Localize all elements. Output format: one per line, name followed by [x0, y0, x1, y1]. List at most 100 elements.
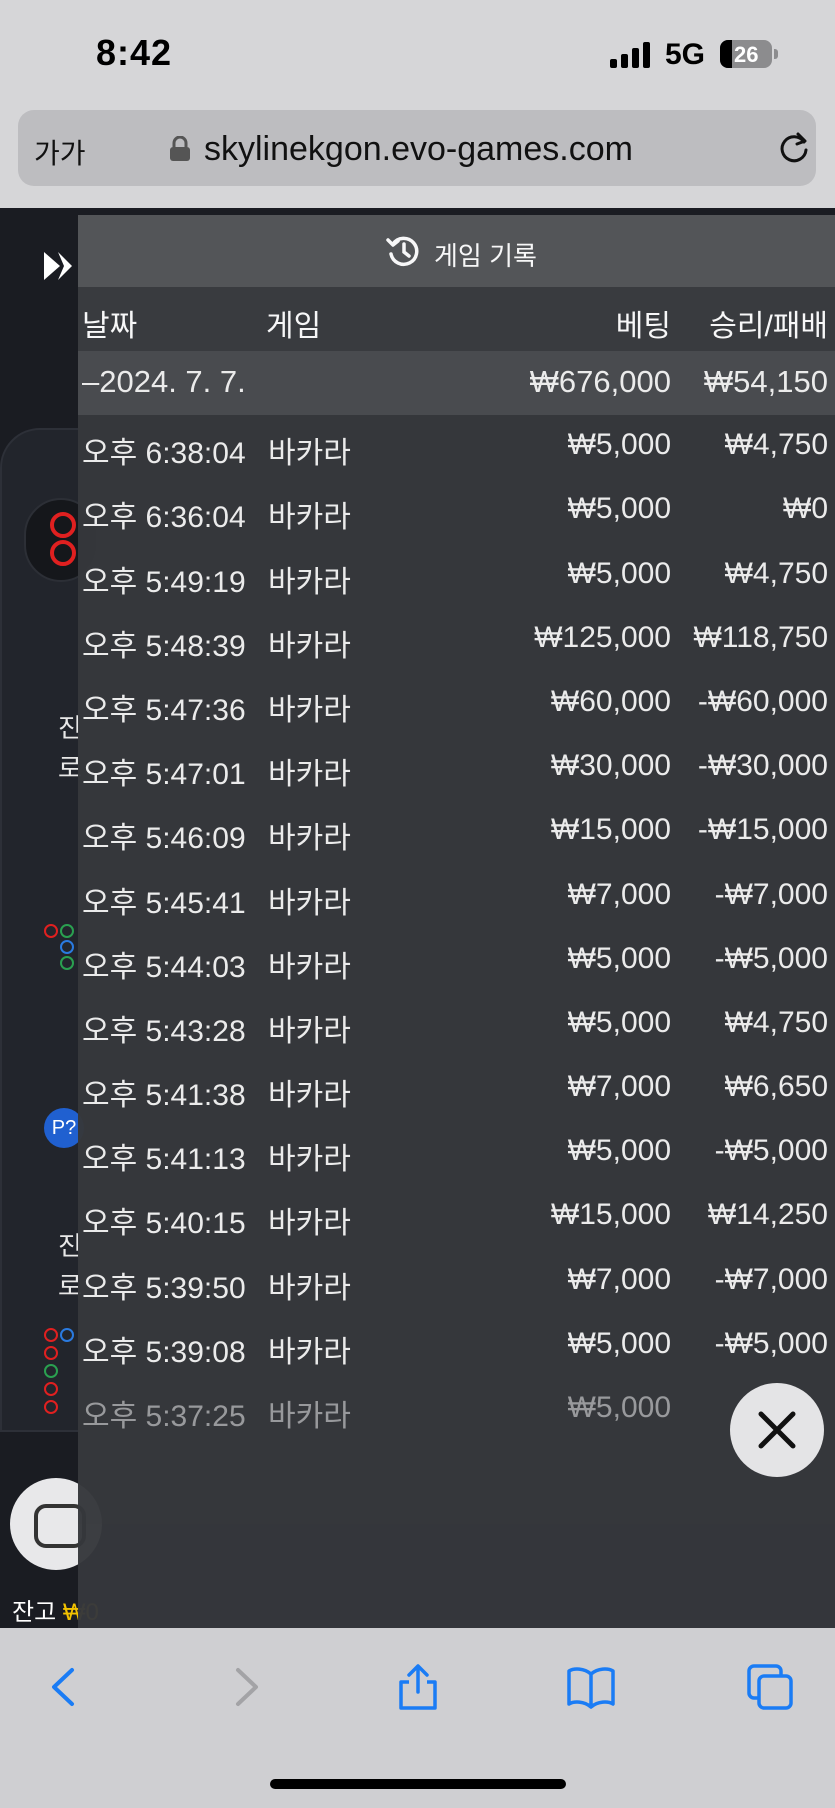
result-cell: -₩30,000	[697, 749, 828, 783]
history-row[interactable]: 오후 5:41:38 바카라 ₩7,000 ₩6,650	[78, 1057, 835, 1121]
home-indicator	[270, 1779, 566, 1789]
network-type: 5G	[665, 38, 706, 71]
history-table[interactable]: –2024. 7. 7. ₩676,000 ₩54,150 오후 6:38:04…	[78, 351, 835, 1641]
date-cell: –2024. 7. 7.	[82, 364, 246, 399]
time-cell: 오후 5:39:08	[82, 1335, 246, 1369]
result-cell: ₩4,750	[724, 1005, 828, 1039]
signal-icon	[610, 42, 652, 68]
time-cell: 오후 5:41:13	[82, 1143, 246, 1177]
bet-cell: ₩5,000	[567, 492, 671, 526]
game-cell: 바카라	[268, 950, 351, 984]
game-cell: 바카라	[268, 437, 351, 471]
date-group-row[interactable]: –2024. 7. 7. ₩676,000 ₩54,150	[78, 351, 835, 416]
panel-title: 게임 기록	[434, 241, 537, 271]
history-row[interactable]: 오후 5:43:28 바카라 ₩5,000 ₩4,750	[78, 993, 835, 1057]
result-cell: ₩14,250	[707, 1198, 828, 1232]
history-row[interactable]: 오후 5:40:15 바카라 ₩15,000 ₩14,250	[78, 1185, 835, 1249]
history-row[interactable]: 오후 6:36:04 바카라 ₩5,000 ₩0	[78, 479, 835, 543]
address-bar[interactable]: 가가 skylinekgon.evo-games.com	[18, 110, 816, 186]
close-button[interactable]	[730, 1383, 824, 1477]
bet-cell: ₩125,000	[534, 620, 671, 654]
forward-icon[interactable]	[220, 1662, 270, 1712]
result-cell: -₩5,000	[714, 1326, 828, 1360]
result-cell: ₩0	[783, 492, 828, 526]
time-cell: 오후 5:44:03	[82, 950, 246, 984]
history-row[interactable]: 오후 5:41:13 바카라 ₩5,000 -₩5,000	[78, 1121, 835, 1185]
time-cell: 오후 5:48:39	[82, 629, 246, 663]
bet-cell: ₩15,000	[550, 813, 671, 847]
history-row[interactable]: 오후 5:39:08 바카라 ₩5,000 -₩5,000	[78, 1314, 835, 1378]
tabs-icon[interactable]	[745, 1662, 795, 1712]
bet-cell: ₩5,000	[567, 428, 671, 462]
bet-cell: ₩30,000	[550, 749, 671, 783]
bet-cell: ₩5,000	[567, 1391, 671, 1424]
history-row[interactable]: 오후 5:47:01 바카라 ₩30,000 -₩30,000	[78, 736, 835, 800]
time-cell: 오후 5:39:50	[82, 1271, 246, 1305]
time-cell: 오후 5:45:41	[82, 886, 246, 920]
time-cell: 오후 5:40:15	[82, 1207, 246, 1241]
battery-icon: 26	[720, 40, 772, 68]
bet-cell: ₩15,000	[550, 1198, 671, 1232]
reload-icon[interactable]	[776, 130, 812, 166]
time-cell: 오후 5:41:38	[82, 1079, 246, 1113]
col-game: 게임	[266, 310, 322, 343]
time-cell: 오후 5:46:09	[82, 822, 246, 856]
bet-cell: ₩5,000	[567, 941, 671, 975]
game-cell: 바카라	[268, 565, 351, 599]
result-cell: ₩6,650	[724, 1070, 828, 1104]
history-row[interactable]: 오후 5:49:19 바카라 ₩5,000 ₩4,750	[78, 544, 835, 608]
history-row[interactable]: 오후 5:45:41 바카라 ₩7,000 -₩7,000	[78, 865, 835, 929]
date-result-total: ₩54,150	[703, 364, 828, 399]
time-cell: 오후 5:49:19	[82, 565, 246, 599]
close-icon	[758, 1411, 796, 1449]
game-cell: 바카라	[268, 629, 351, 663]
game-history-panel: 게임 기록 날짜 게임 베팅 승리/패배 –2024. 7. 7. ₩676,0…	[78, 215, 835, 1628]
time-cell: 오후 5:47:01	[82, 758, 246, 792]
game-cell: 바카라	[268, 822, 351, 856]
game-cell: 바카라	[268, 501, 351, 535]
bet-cell: ₩60,000	[550, 684, 671, 718]
col-result: 승리/패배	[709, 310, 828, 343]
table-header: 날짜 게임 베팅 승리/패배	[78, 287, 835, 351]
time-cell: 오후 6:36:04	[82, 501, 246, 535]
battery-level: 26	[734, 42, 759, 67]
bet-cell: ₩5,000	[567, 1326, 671, 1360]
share-icon[interactable]	[393, 1662, 443, 1712]
result-cell: -₩15,000	[697, 813, 828, 847]
text-size-button[interactable]: 가가	[34, 132, 86, 172]
game-cell: 바카라	[268, 886, 351, 920]
history-row[interactable]: 오후 5:39:50 바카라 ₩7,000 -₩7,000	[78, 1250, 835, 1314]
game-cell: 바카라	[268, 1014, 351, 1048]
time-cell: 오후 5:37:25	[82, 1400, 246, 1433]
status-time: 8:42	[96, 32, 173, 73]
bet-cell: ₩7,000	[567, 1262, 671, 1296]
game-cell: 바카라	[268, 1079, 351, 1113]
lock-icon	[170, 136, 190, 161]
game-cell: 바카라	[268, 1143, 351, 1177]
game-cell: 바카라	[268, 1335, 351, 1369]
bet-cell: ₩7,000	[567, 1070, 671, 1104]
game-cell: 바카라	[268, 1207, 351, 1241]
history-row[interactable]: 오후 5:46:09 바카라 ₩15,000 -₩15,000	[78, 800, 835, 864]
evolution-logo-icon	[44, 252, 72, 280]
result-cell: ₩4,750	[724, 556, 828, 590]
history-row[interactable]: 오후 5:47:36 바카라 ₩60,000 -₩60,000	[78, 672, 835, 736]
bet-cell: ₩7,000	[567, 877, 671, 911]
col-bet: 베팅	[615, 310, 671, 343]
history-row[interactable]: 오후 5:37:25 바카라 ₩5,000	[78, 1378, 835, 1442]
history-icon	[386, 236, 419, 267]
history-row[interactable]: 오후 5:44:03 바카라 ₩5,000 -₩5,000	[78, 929, 835, 993]
back-icon[interactable]	[40, 1662, 90, 1712]
bookmarks-icon[interactable]	[566, 1662, 616, 1712]
battery-cap	[774, 49, 778, 59]
status-bar: 8:42 5G 26	[0, 0, 835, 105]
col-date: 날짜	[82, 310, 138, 343]
time-cell: 오후 6:38:04	[82, 437, 246, 471]
result-cell: -₩60,000	[697, 684, 828, 718]
balance-label: 잔고	[12, 1599, 57, 1626]
time-cell: 오후 5:47:36	[82, 693, 246, 727]
history-row[interactable]: 오후 6:38:04 바카라 ₩5,000 ₩4,750	[78, 415, 835, 479]
game-cell: 바카라	[268, 693, 351, 727]
url-text[interactable]: skylinekgon.evo-games.com	[204, 130, 633, 169]
history-row[interactable]: 오후 5:48:39 바카라 ₩125,000 ₩118,750	[78, 608, 835, 672]
